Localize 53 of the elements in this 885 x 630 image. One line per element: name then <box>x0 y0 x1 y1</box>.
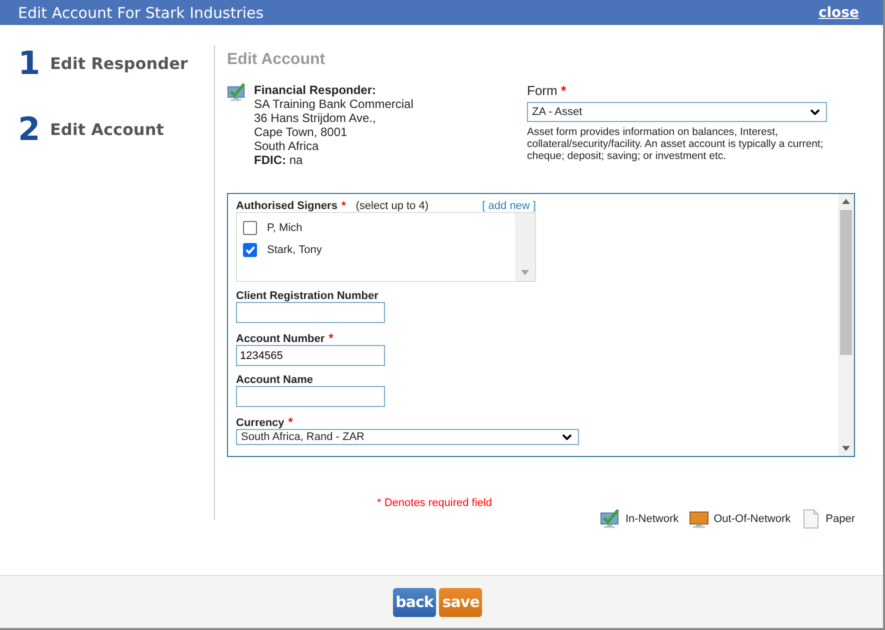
monitor-icon <box>688 509 709 529</box>
responder-heading: Financial Responder: <box>254 83 378 97</box>
address-line: South Africa <box>254 139 320 153</box>
required-note: * Denotes required field <box>377 497 492 511</box>
required-mark: * <box>560 83 566 98</box>
window-title: Edit Account For Stark Industries <box>18 4 264 22</box>
scrollbar[interactable] <box>515 213 535 281</box>
step-number: 2 <box>18 110 38 148</box>
address-line: 36 Hans Strijdom Ave., <box>254 111 377 125</box>
required-mark: * <box>341 200 346 212</box>
field-label: Currency <box>236 417 284 429</box>
scroll-thumb[interactable] <box>840 210 852 355</box>
address-line: Cape Town, 8001 <box>254 125 348 139</box>
signer-name: P, Mich <box>267 222 302 234</box>
form-select[interactable]: ZA - Asset <box>527 102 827 122</box>
scrollbar[interactable] <box>838 194 854 456</box>
hint-text: (select up to 4) <box>356 200 429 212</box>
legend-label: Out-Of-Network <box>714 513 791 525</box>
legend-label: In-Network <box>625 513 679 525</box>
signer-name: Stark, Tony <box>267 244 322 256</box>
field-label: Authorised Signers <box>236 200 338 212</box>
document-icon <box>800 509 821 529</box>
checkbox[interactable] <box>243 221 257 235</box>
monitor-check-icon <box>600 509 620 529</box>
form-label: Form <box>527 83 558 98</box>
address-line: SA Training Bank Commercial <box>254 97 414 111</box>
chevron-down-icon <box>810 109 820 115</box>
field-label: Account Name <box>236 374 314 386</box>
step-label[interactable]: Edit Account <box>50 120 164 138</box>
legend-label: Paper <box>826 513 855 525</box>
section-title: Edit Account <box>227 51 326 69</box>
required-mark: * <box>328 331 334 345</box>
text-input[interactable]: 1234565 <box>236 345 385 366</box>
field-label: Client Registration Number <box>236 290 378 302</box>
form-description: Asset form provides information on balances, Interest, collateral/security/facility. An asset account is typically a current; cheque; deposit; saving; or investment etc. <box>527 126 824 162</box>
text-input[interactable] <box>236 386 385 407</box>
required-mark: * <box>288 415 293 429</box>
fdic-value: na <box>289 153 303 167</box>
field-label: Account Number <box>236 333 325 345</box>
fdic-label: FDIC: <box>254 153 286 167</box>
close-link[interactable]: close <box>818 4 859 20</box>
scroll-up-icon[interactable] <box>842 199 850 204</box>
monitor-check-icon <box>227 83 246 102</box>
currency-select[interactable]: South Africa, Rand - ZAR <box>236 429 579 445</box>
chevron-down-icon <box>562 434 572 440</box>
back-button[interactable]: back <box>392 588 436 616</box>
scroll-down-icon[interactable] <box>521 270 529 275</box>
checkbox[interactable] <box>243 243 257 257</box>
step-number: 1 <box>18 44 38 82</box>
add-new-link[interactable]: [ add new ] <box>482 200 536 212</box>
text-input[interactable] <box>236 302 385 323</box>
step-label[interactable]: Edit Responder <box>50 54 188 72</box>
scroll-down-icon[interactable] <box>842 446 850 451</box>
